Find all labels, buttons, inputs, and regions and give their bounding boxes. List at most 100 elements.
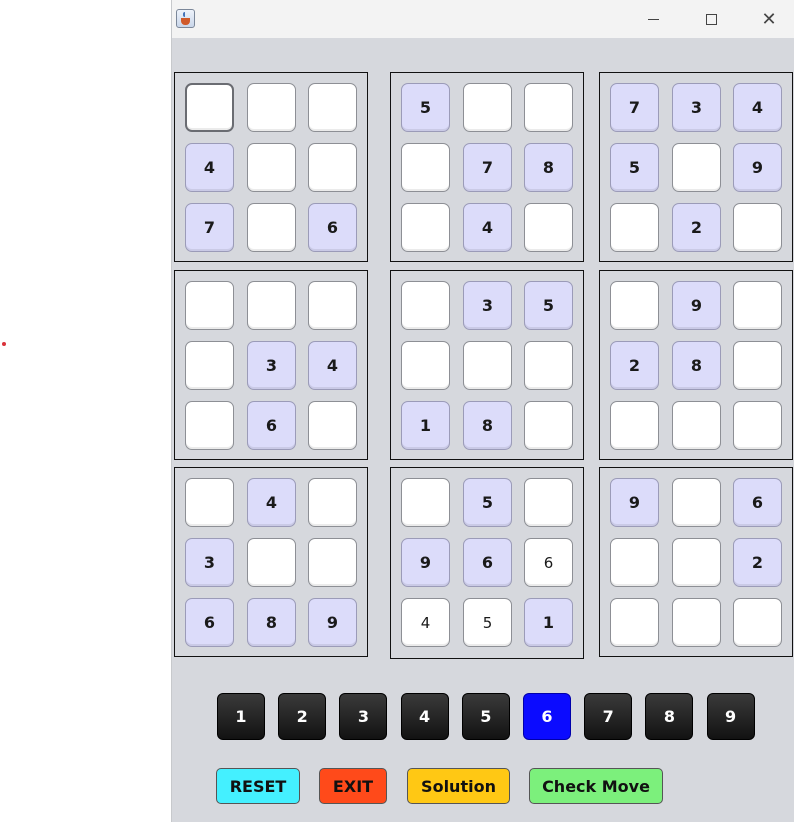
- sudoku-cell[interactable]: 6: [185, 598, 234, 647]
- sudoku-cell[interactable]: [401, 281, 450, 330]
- sudoku-cell[interactable]: [185, 341, 234, 390]
- sudoku-cell[interactable]: [672, 478, 721, 527]
- sudoku-cell[interactable]: 6: [463, 538, 512, 587]
- minimize-button[interactable]: [624, 0, 682, 38]
- sudoku-cell[interactable]: [733, 598, 782, 647]
- sudoku-cell[interactable]: [308, 281, 357, 330]
- sudoku-cell[interactable]: [733, 341, 782, 390]
- sudoku-cell[interactable]: 5: [401, 83, 450, 132]
- number-button-1[interactable]: 1: [217, 693, 265, 740]
- sudoku-cell[interactable]: 4: [308, 341, 357, 390]
- sudoku-cell[interactable]: [401, 143, 450, 192]
- sudoku-cell[interactable]: [247, 83, 296, 132]
- sudoku-cell[interactable]: [524, 478, 573, 527]
- sudoku-cell[interactable]: 9: [610, 478, 659, 527]
- number-button-2[interactable]: 2: [278, 693, 327, 740]
- sudoku-cell[interactable]: 2: [672, 203, 721, 252]
- sudoku-cell[interactable]: [733, 401, 782, 450]
- sudoku-cell[interactable]: [610, 281, 659, 330]
- number-button-6[interactable]: 6: [523, 693, 571, 740]
- sudoku-cell[interactable]: [308, 478, 357, 527]
- sudoku-cell[interactable]: 4: [185, 143, 234, 192]
- sudoku-cell[interactable]: [308, 401, 357, 450]
- sudoku-cell[interactable]: [247, 281, 296, 330]
- sudoku-cell[interactable]: [185, 83, 234, 132]
- sudoku-cell[interactable]: 4: [733, 83, 782, 132]
- sudoku-cell[interactable]: [308, 83, 357, 132]
- sudoku-cell[interactable]: [247, 203, 296, 252]
- sudoku-cell[interactable]: [185, 478, 234, 527]
- exit-button[interactable]: EXIT: [319, 768, 387, 804]
- sudoku-cell[interactable]: [672, 538, 721, 587]
- sudoku-cell[interactable]: 8: [247, 598, 296, 647]
- sudoku-cell[interactable]: [524, 341, 573, 390]
- sudoku-cell[interactable]: 1: [401, 401, 450, 450]
- check-move-button[interactable]: Check Move: [529, 768, 663, 804]
- sudoku-cell[interactable]: 3: [247, 341, 296, 390]
- maximize-button[interactable]: [682, 0, 740, 38]
- sudoku-cell[interactable]: [308, 143, 357, 192]
- sudoku-cell[interactable]: 8: [672, 341, 721, 390]
- sudoku-cell[interactable]: 4: [247, 478, 296, 527]
- sudoku-cell[interactable]: 6: [524, 538, 573, 587]
- sudoku-cell[interactable]: 5: [463, 598, 512, 647]
- solution-button[interactable]: Solution: [407, 768, 510, 804]
- sudoku-cell[interactable]: [610, 538, 659, 587]
- sudoku-cell[interactable]: 9: [401, 538, 450, 587]
- sudoku-cell[interactable]: [733, 203, 782, 252]
- sudoku-cell[interactable]: [401, 203, 450, 252]
- sudoku-cell[interactable]: [185, 281, 234, 330]
- sudoku-cell[interactable]: 2: [733, 538, 782, 587]
- sudoku-cell[interactable]: [524, 83, 573, 132]
- sudoku-cell[interactable]: [672, 598, 721, 647]
- sudoku-cell[interactable]: 5: [610, 143, 659, 192]
- sudoku-cell[interactable]: 6: [308, 203, 357, 252]
- sudoku-cell[interactable]: [610, 598, 659, 647]
- sudoku-cell[interactable]: 1: [524, 598, 573, 647]
- sudoku-cell[interactable]: 9: [672, 281, 721, 330]
- sudoku-cell[interactable]: 5: [524, 281, 573, 330]
- sudoku-cell[interactable]: 6: [733, 478, 782, 527]
- sudoku-cell[interactable]: [733, 281, 782, 330]
- number-button-4[interactable]: 4: [400, 693, 449, 740]
- sudoku-cell[interactable]: [463, 341, 512, 390]
- sudoku-cell[interactable]: 9: [308, 598, 357, 647]
- close-button[interactable]: ✕: [740, 0, 794, 38]
- sudoku-cell[interactable]: 6: [247, 401, 296, 450]
- sudoku-cell[interactable]: [463, 83, 512, 132]
- sudoku-cell[interactable]: [308, 538, 357, 587]
- sudoku-cell[interactable]: 7: [463, 143, 512, 192]
- sudoku-cell[interactable]: [185, 401, 234, 450]
- sudoku-cell[interactable]: [610, 401, 659, 450]
- number-button-8[interactable]: 8: [645, 693, 694, 740]
- sudoku-cell[interactable]: [672, 143, 721, 192]
- sudoku-cell[interactable]: 5: [463, 478, 512, 527]
- sudoku-cell[interactable]: 7: [185, 203, 234, 252]
- reset-button[interactable]: RESET: [216, 768, 300, 804]
- sudoku-cell[interactable]: 9: [733, 143, 782, 192]
- sudoku-cell[interactable]: [401, 478, 450, 527]
- number-button-7[interactable]: 7: [584, 693, 633, 740]
- minimize-icon: [647, 18, 659, 20]
- sudoku-cell[interactable]: 3: [672, 83, 721, 132]
- sudoku-cell[interactable]: 3: [185, 538, 234, 587]
- sudoku-cell[interactable]: [401, 341, 450, 390]
- sudoku-cell[interactable]: 2: [610, 341, 659, 390]
- sudoku-cell[interactable]: [524, 401, 573, 450]
- sudoku-cell[interactable]: [524, 203, 573, 252]
- sudoku-cell[interactable]: 7: [610, 83, 659, 132]
- number-button-9[interactable]: 9: [706, 693, 755, 740]
- number-button-5[interactable]: 5: [461, 693, 510, 740]
- number-button-3[interactable]: 3: [339, 693, 388, 740]
- sudoku-cell[interactable]: [672, 401, 721, 450]
- sudoku-cell[interactable]: 8: [524, 143, 573, 192]
- sudoku-block-6: 928: [599, 270, 793, 460]
- sudoku-block-8: 5966451: [390, 467, 584, 659]
- sudoku-cell[interactable]: 8: [463, 401, 512, 450]
- sudoku-cell[interactable]: [247, 538, 296, 587]
- sudoku-cell[interactable]: [247, 143, 296, 192]
- sudoku-cell[interactable]: 4: [463, 203, 512, 252]
- sudoku-cell[interactable]: 3: [463, 281, 512, 330]
- sudoku-cell[interactable]: 4: [401, 598, 450, 647]
- sudoku-cell[interactable]: [610, 203, 659, 252]
